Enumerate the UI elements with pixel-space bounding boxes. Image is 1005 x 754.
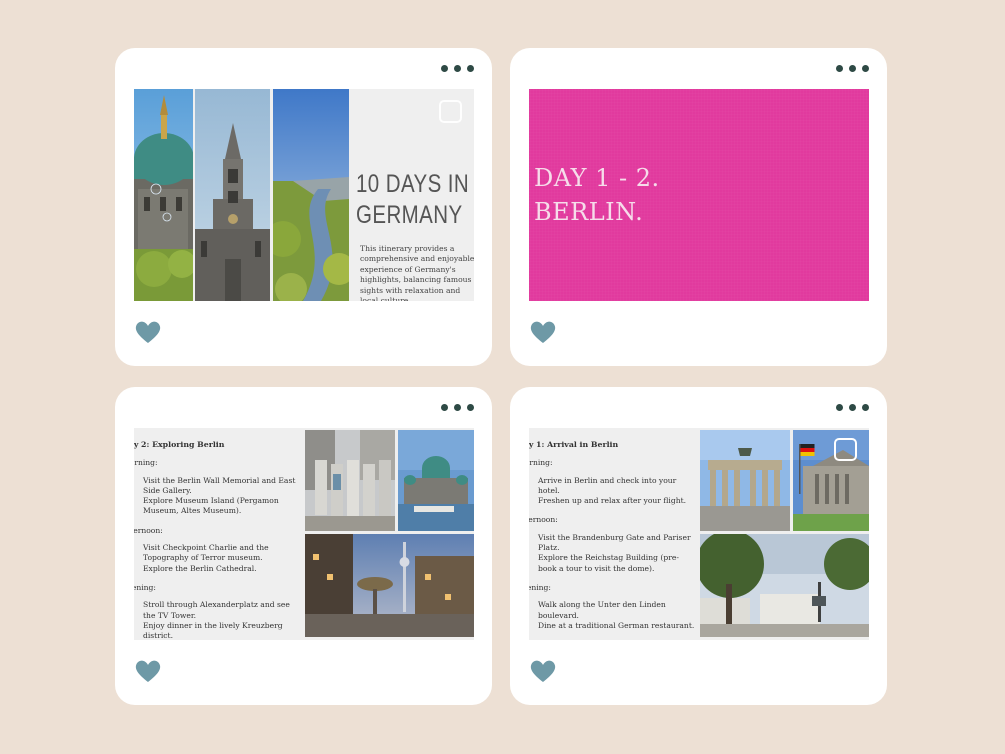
itinerary-text: Day 1: Arrival in Berlin Morning: Arrive… [529, 440, 697, 640]
activity-item: Dine at a traditional German restaurant. [538, 620, 695, 630]
post-card-day1: Day 1: Arrival in Berlin Morning: Arrive… [510, 387, 887, 705]
period-label: Morning: [529, 458, 553, 468]
activity-item: Explore Museum Island (Pergamon Museum, … [143, 496, 279, 516]
instagram-icon [834, 438, 857, 461]
activity-item: Visit the Berlin Wall Memorial and East … [143, 475, 296, 495]
period-label: Morning: [134, 458, 158, 468]
activity-item: Enjoy dinner in the lively Kreuzberg dis… [143, 620, 283, 640]
like-button[interactable] [135, 659, 161, 683]
heart-icon [135, 660, 161, 682]
more-dots-icon [441, 65, 448, 72]
alexanderplatz-photo [305, 534, 474, 637]
activity-item: Freshen up and relax after your flight. [538, 496, 687, 506]
heart-icon [530, 321, 556, 343]
activity-item: Explore the Berlin Cathedral. [143, 563, 257, 573]
period-label: Afternoon: [134, 525, 163, 535]
slide-description: This itinerary provides a comprehensive … [360, 244, 474, 301]
period-label: Afternoon: [529, 515, 558, 525]
reichstag-photo [793, 430, 869, 531]
more-dots-icon [836, 404, 843, 411]
period-label: Evening: [529, 582, 551, 592]
activity-item: Visit Checkpoint Charlie and the Topogra… [143, 543, 269, 563]
more-options-button[interactable] [836, 65, 869, 72]
post-card-berlin-title: DAY 1 - 2. BERLIN. [510, 48, 887, 366]
more-dots-icon [441, 404, 448, 411]
slide-day2-itinerary[interactable]: Day 2: Exploring Berlin Morning: Visit t… [134, 428, 474, 640]
activity-item: Explore the Reichstag Building (pre-book… [538, 553, 679, 573]
slide-day-heading[interactable]: DAY 1 - 2. BERLIN. [529, 89, 869, 301]
brandenburg-gate-photo [700, 430, 790, 531]
like-button[interactable] [530, 659, 556, 683]
itinerary-text: Day 2: Exploring Berlin Morning: Visit t… [134, 440, 302, 640]
activity-item: Arrive in Berlin and check into your hot… [538, 475, 677, 495]
berlin-cathedral-photo [134, 89, 193, 301]
itinerary-title: Day 2: Exploring Berlin [134, 440, 225, 449]
like-button[interactable] [530, 320, 556, 344]
berlin-wall-photo [305, 430, 395, 531]
heart-icon [530, 660, 556, 682]
slide-cover[interactable]: 10 DAYS IN GERMANY This itinerary provid… [134, 89, 474, 301]
heart-icon [135, 321, 161, 343]
munich-town-hall-photo [195, 89, 270, 301]
river-landscape-photo [273, 89, 349, 301]
like-button[interactable] [135, 320, 161, 344]
more-options-button[interactable] [441, 404, 474, 411]
unter-den-linden-photo [700, 534, 869, 637]
activity-item: Visit the Brandenburg Gate and Pariser P… [538, 532, 691, 553]
post-card-day2: Day 2: Exploring Berlin Morning: Visit t… [115, 387, 492, 705]
post-card-germany-cover: 10 DAYS IN GERMANY This itinerary provid… [115, 48, 492, 366]
period-label: Evening: [134, 582, 156, 592]
more-options-button[interactable] [836, 404, 869, 411]
day-heading: DAY 1 - 2. BERLIN. [534, 164, 660, 226]
itinerary-title: Day 1: Arrival in Berlin [529, 440, 619, 449]
more-options-button[interactable] [441, 65, 474, 72]
activity-item: Walk along the Unter den Linden boulevar… [538, 600, 666, 620]
activity-item: Stroll through Alexanderplatz and see th… [143, 600, 290, 620]
berlin-cathedral-river-photo [398, 430, 474, 531]
instagram-icon [439, 100, 462, 123]
slide-title: 10 DAYS IN GERMANY [356, 170, 470, 229]
slide-day1-itinerary[interactable]: Day 1: Arrival in Berlin Morning: Arrive… [529, 428, 869, 640]
more-dots-icon [836, 65, 843, 72]
